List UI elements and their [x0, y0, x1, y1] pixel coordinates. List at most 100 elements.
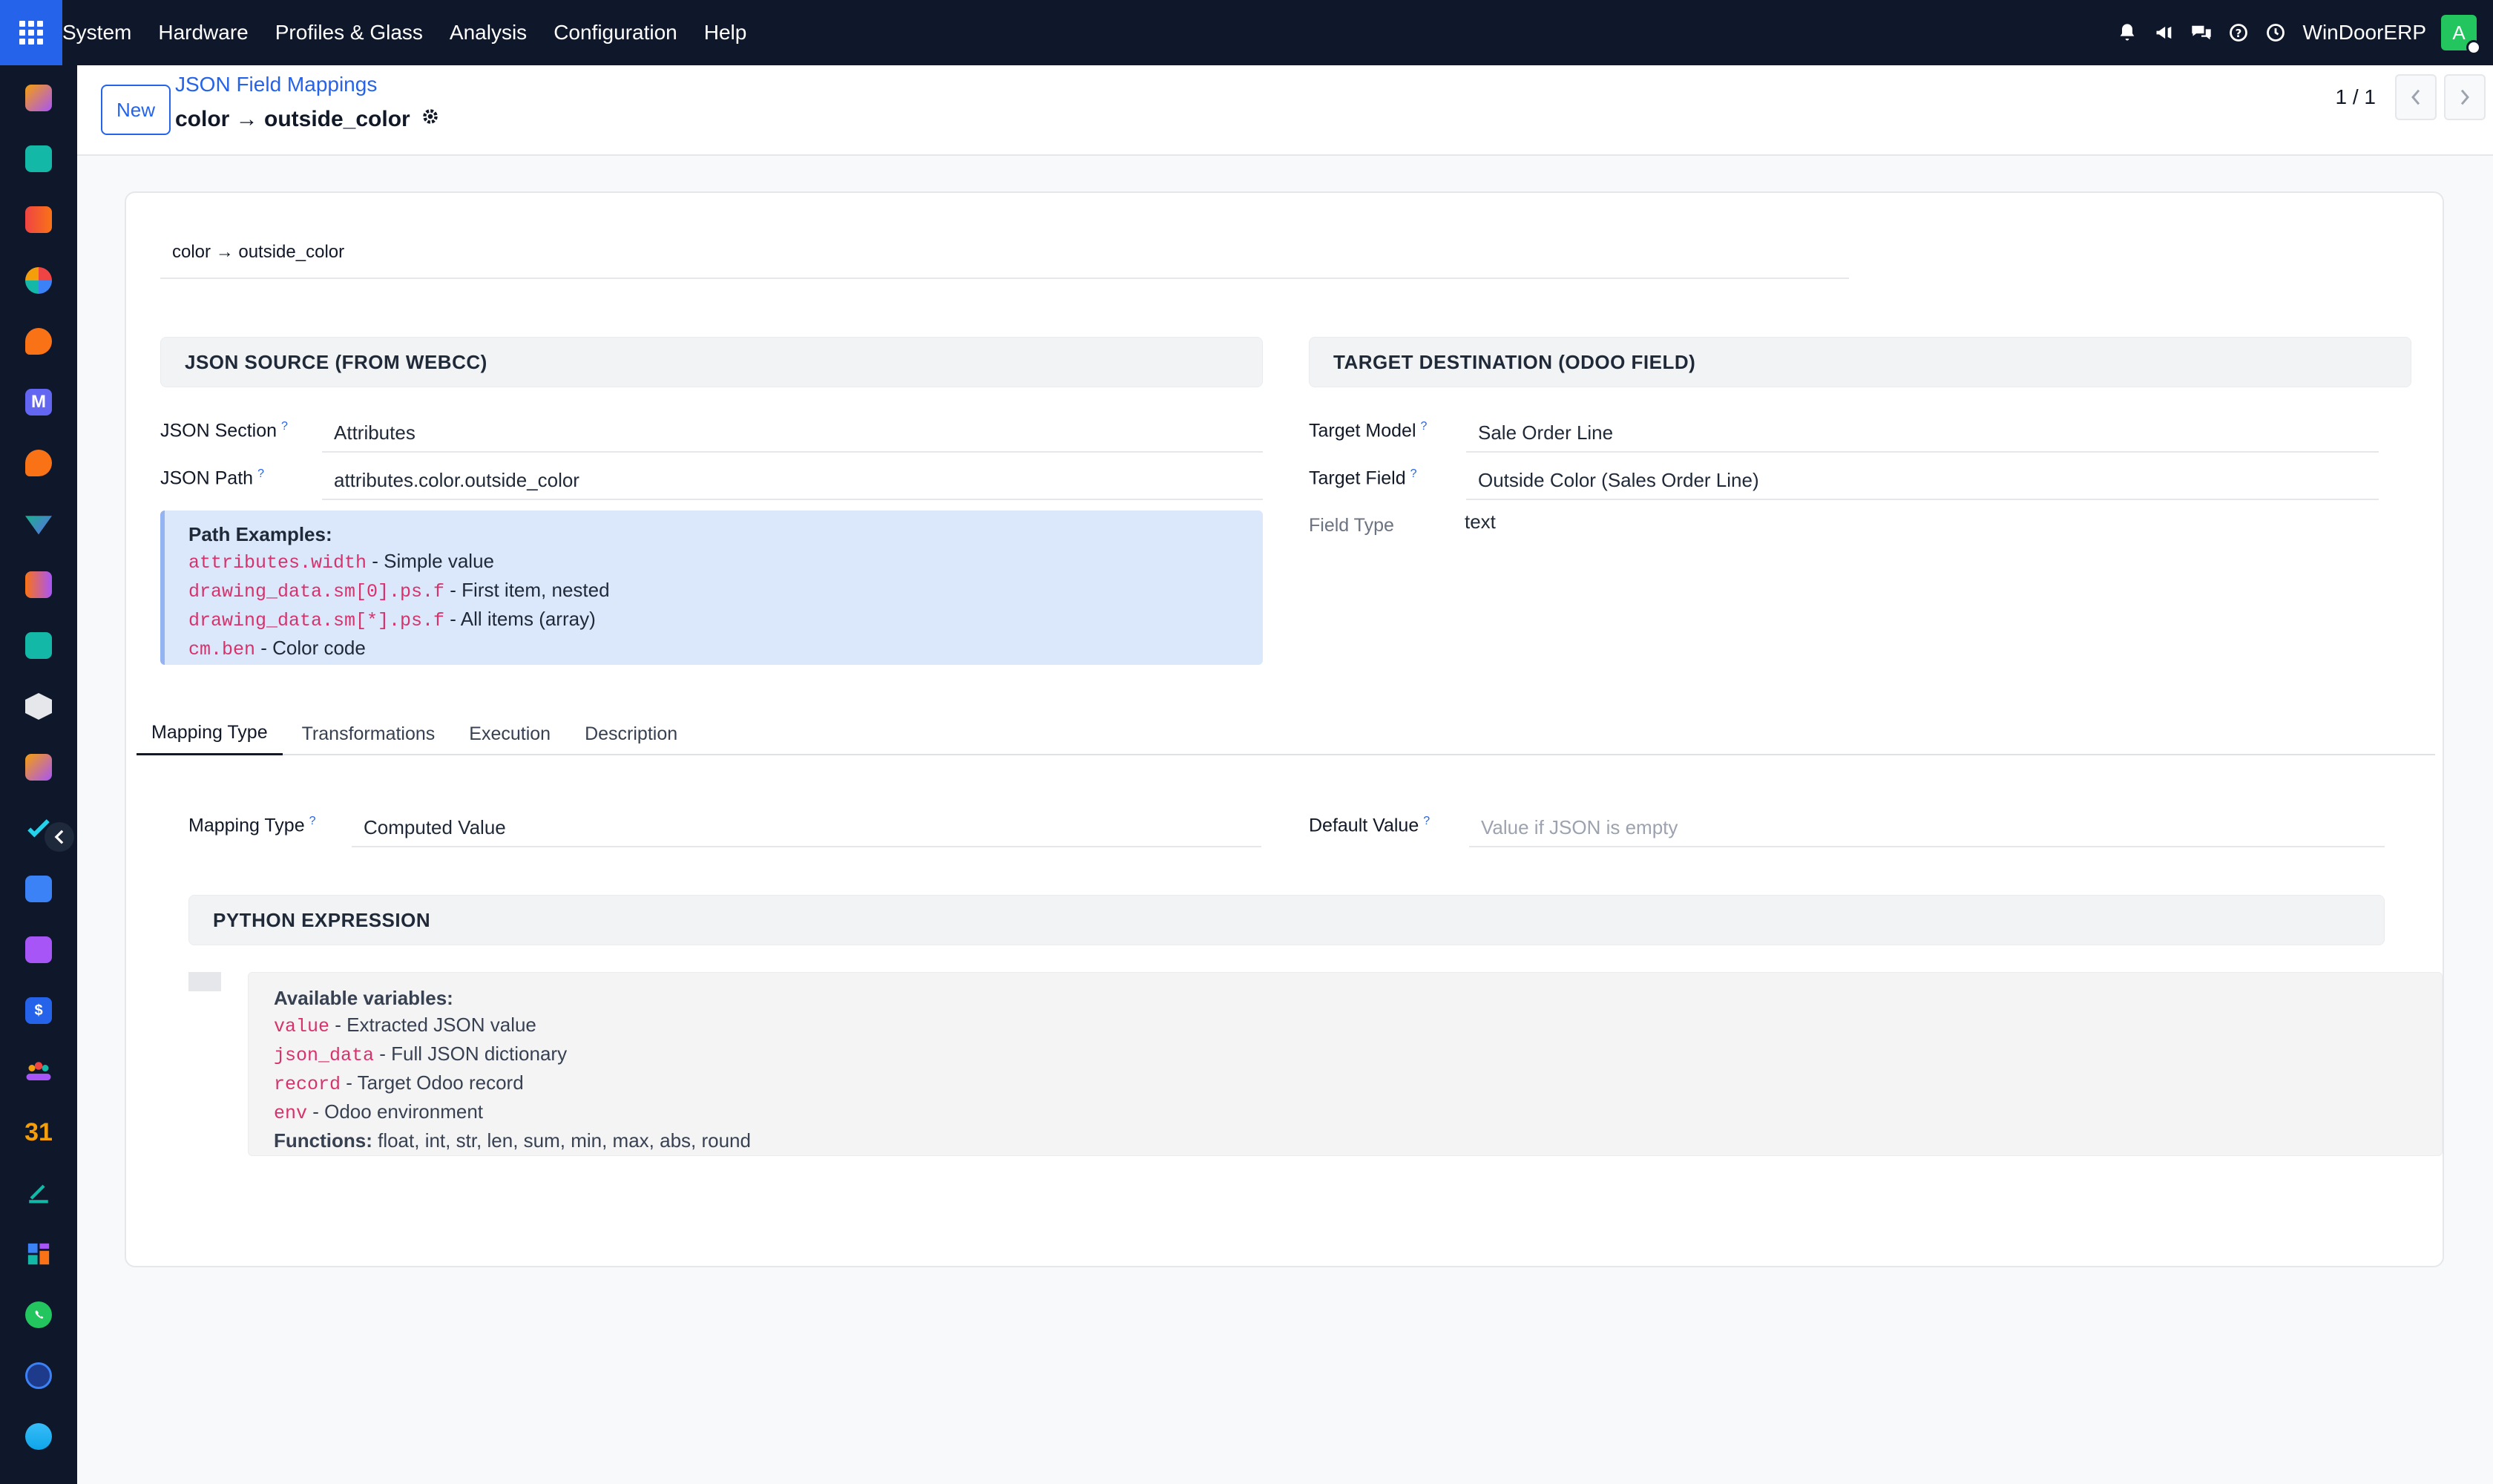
- company-name[interactable]: WinDoorERP: [2294, 21, 2441, 45]
- grid-icon: [19, 21, 43, 45]
- variable-item: record - Target Odoo record: [274, 1071, 524, 1095]
- default-value-input[interactable]: Value if JSON is empty: [1469, 806, 2385, 847]
- help-tooltip-icon: ?: [1423, 815, 1431, 827]
- target-field-select[interactable]: Outside Color (Sales Order Line): [1466, 459, 2379, 500]
- json-path-input[interactable]: attributes.color.outside_color: [322, 459, 1263, 500]
- python-expression-heading: PYTHON EXPRESSION: [188, 895, 2385, 945]
- status-dot: [2466, 40, 2481, 55]
- main-menu: System Hardware Profiles & Glass Analysi…: [62, 0, 760, 65]
- pager-next-button[interactable]: [2444, 74, 2486, 120]
- svg-text:?: ?: [2235, 27, 2241, 40]
- json-section-select[interactable]: Attributes: [322, 411, 1263, 453]
- top-navbar: System Hardware Profiles & Glass Analysi…: [0, 0, 2493, 65]
- record-title-text: color → outside_color: [175, 107, 410, 131]
- app-team-icon[interactable]: [25, 1058, 52, 1085]
- help-tooltip-icon: ?: [1410, 467, 1417, 480]
- tab-mapping-type[interactable]: Mapping Type: [137, 712, 283, 755]
- app-sidebar: M $ 31: [0, 65, 77, 1484]
- form-sheet: color → outside_color JSON SOURCE (FROM …: [125, 191, 2444, 1267]
- menu-system[interactable]: System: [62, 0, 145, 65]
- chevron-left-icon: [2411, 89, 2420, 105]
- target-model-label: Target Model?: [1309, 420, 1428, 441]
- default-value-label: Default Value?: [1309, 815, 1431, 836]
- app-menu-button[interactable]: [0, 0, 62, 65]
- app-calendar-icon[interactable]: 31: [24, 1118, 53, 1146]
- notebook-tabs: Mapping Type Transformations Execution D…: [137, 712, 2435, 755]
- path-example-item: attributes.width - Simple value: [188, 550, 495, 574]
- app-discuss-icon[interactable]: [25, 328, 52, 355]
- functions-line: Functions: float, int, str, len, sum, mi…: [274, 1129, 751, 1152]
- variable-item: env - Odoo environment: [274, 1100, 484, 1124]
- app-timer-icon[interactable]: [25, 1362, 52, 1389]
- menu-configuration[interactable]: Configuration: [540, 0, 691, 65]
- json-section-label: JSON Section?: [160, 420, 288, 441]
- pager-previous-button[interactable]: [2395, 74, 2437, 120]
- app-sales-icon[interactable]: [25, 85, 52, 111]
- app-manufacturing-icon[interactable]: [25, 936, 52, 963]
- path-example-item: cm.ben - Color code: [188, 637, 366, 660]
- app-whatsapp-icon[interactable]: [25, 1301, 52, 1328]
- tab-description[interactable]: Description: [570, 712, 692, 755]
- clock-icon[interactable]: [2257, 0, 2294, 65]
- help-icon[interactable]: ?: [2220, 0, 2257, 65]
- target-model-select[interactable]: Sale Order Line: [1466, 411, 2379, 453]
- app-mail-icon[interactable]: M: [25, 389, 52, 416]
- available-variables-box: Available variables: value - Extracted J…: [248, 972, 2443, 1156]
- tab-transformations[interactable]: Transformations: [287, 712, 450, 755]
- chat-icon[interactable]: [2183, 0, 2220, 65]
- json-source-heading: JSON SOURCE (FROM WEBCC): [160, 337, 1263, 387]
- app-invoicing-icon[interactable]: $: [25, 997, 52, 1024]
- megaphone-icon[interactable]: [2146, 0, 2183, 65]
- app-inventory-icon[interactable]: [25, 516, 52, 535]
- help-tooltip-icon: ?: [309, 815, 316, 827]
- app-website-icon[interactable]: [25, 1241, 52, 1267]
- tab-execution[interactable]: Execution: [454, 712, 565, 755]
- menu-analysis[interactable]: Analysis: [436, 0, 540, 65]
- navbar-systray: ? WinDoorERP A: [2109, 0, 2493, 65]
- app-employees-icon[interactable]: [25, 632, 52, 659]
- app-sign-icon[interactable]: [25, 1180, 52, 1206]
- field-type-label: Field Type: [1309, 515, 1394, 536]
- app-knowledge-icon[interactable]: [25, 876, 52, 902]
- mapping-type-select[interactable]: Computed Value: [352, 806, 1261, 847]
- menu-hardware[interactable]: Hardware: [145, 0, 261, 65]
- path-examples-box: Path Examples: attributes.width - Simple…: [160, 510, 1263, 665]
- app-analytics-icon[interactable]: [25, 267, 52, 294]
- record-title: color → outside_color: [175, 107, 440, 132]
- chevron-right-icon: [2460, 89, 2469, 105]
- field-type-value: text: [1465, 510, 1496, 533]
- app-products-icon[interactable]: [25, 693, 52, 720]
- gear-icon[interactable]: [421, 107, 440, 132]
- pager-value[interactable]: 1 / 1: [2336, 85, 2376, 109]
- code-editor-gutter[interactable]: [188, 972, 221, 991]
- help-tooltip-icon: ?: [257, 467, 264, 480]
- sidebar-collapse-button[interactable]: [45, 822, 74, 852]
- app-swirl-icon[interactable]: [25, 1423, 52, 1450]
- user-avatar[interactable]: A: [2441, 15, 2481, 55]
- help-tooltip-icon: ?: [281, 420, 288, 433]
- mapping-name-input[interactable]: color → outside_color: [160, 234, 1849, 279]
- app-contacts-icon[interactable]: [25, 145, 52, 172]
- help-tooltip-icon: ?: [1420, 420, 1428, 433]
- variables-title: Available variables:: [274, 987, 453, 1009]
- new-button[interactable]: New: [101, 85, 171, 135]
- path-example-item: drawing_data.sm[0].ps.f - First item, ne…: [188, 579, 610, 603]
- menu-help[interactable]: Help: [691, 0, 761, 65]
- avatar-initial: A: [2452, 21, 2466, 44]
- app-reporting-icon[interactable]: [25, 206, 52, 233]
- path-example-item: drawing_data.sm[*].ps.f - All items (arr…: [188, 608, 596, 631]
- pager: 1 / 1: [2336, 74, 2486, 120]
- mapping-type-label: Mapping Type?: [188, 815, 316, 836]
- app-studio-icon[interactable]: [25, 754, 52, 781]
- variable-item: json_data - Full JSON dictionary: [274, 1043, 568, 1066]
- target-destination-heading: TARGET DESTINATION (ODOO FIELD): [1309, 337, 2411, 387]
- app-livechat-icon[interactable]: [25, 450, 52, 476]
- app-dashboard-icon[interactable]: [25, 571, 52, 598]
- variable-item: value - Extracted JSON value: [274, 1014, 536, 1037]
- path-examples-title: Path Examples:: [188, 523, 332, 545]
- bell-icon[interactable]: [2109, 0, 2146, 65]
- breadcrumb-link[interactable]: JSON Field Mappings: [175, 73, 377, 96]
- json-path-label: JSON Path?: [160, 467, 264, 489]
- menu-profiles-glass[interactable]: Profiles & Glass: [262, 0, 436, 65]
- target-field-label: Target Field?: [1309, 467, 1417, 489]
